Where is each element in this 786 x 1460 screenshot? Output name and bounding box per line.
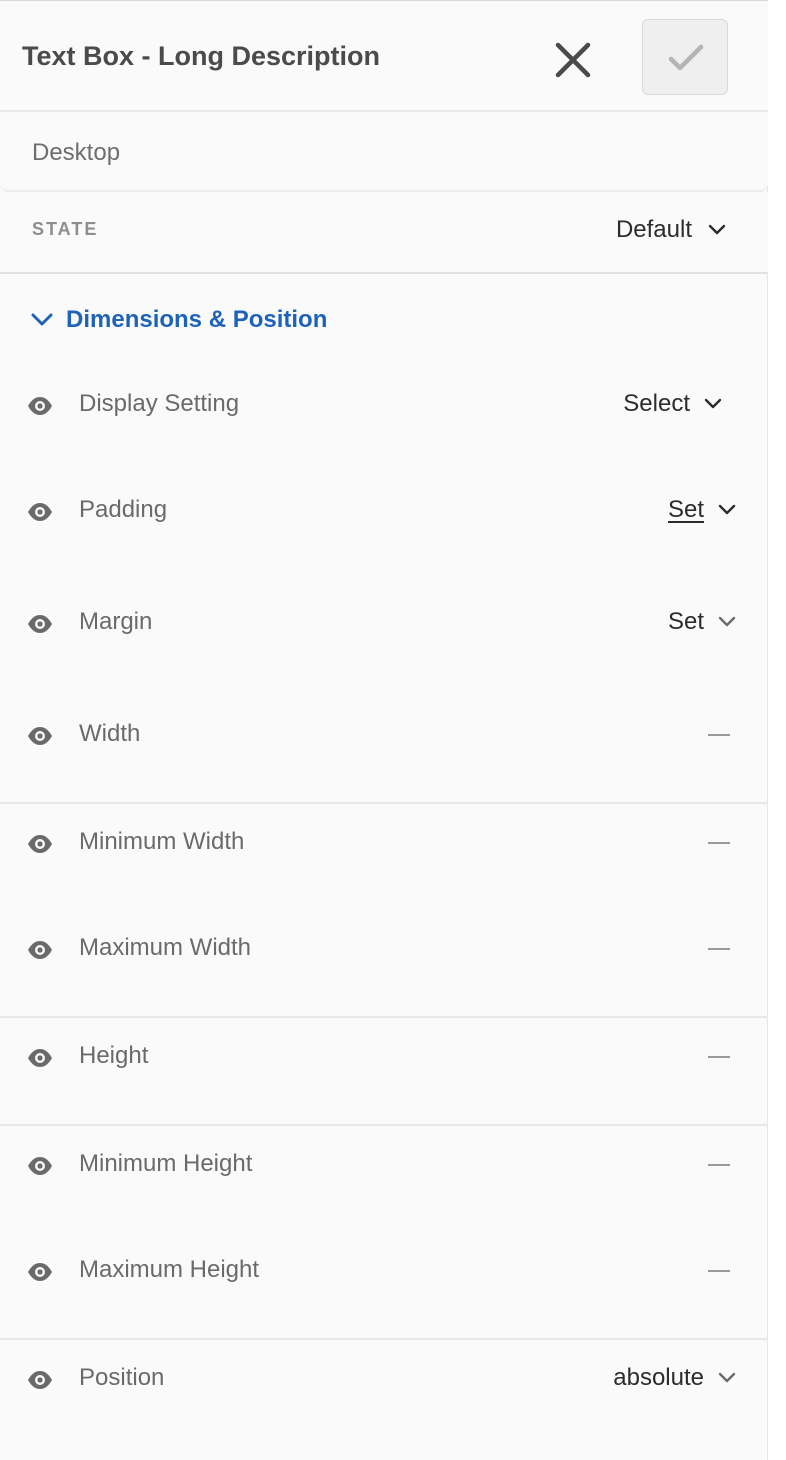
property-row-height: Height [0, 1038, 768, 1078]
property-row-position: Position absolute [0, 1360, 768, 1400]
chevron-down-icon [718, 504, 736, 515]
display-setting-dropdown[interactable]: Select [623, 390, 722, 418]
property-value: Set [667, 608, 704, 635]
property-label: Margin [79, 608, 153, 635]
divider [0, 802, 768, 804]
empty-value-dash [708, 734, 730, 736]
divider [0, 1016, 768, 1018]
confirm-button[interactable] [642, 19, 728, 95]
position-dropdown[interactable]: absolute [613, 1364, 736, 1392]
maximum-width-value[interactable] [708, 934, 730, 950]
maximum-height-value[interactable] [708, 1256, 730, 1272]
minimum-height-value[interactable] [708, 1150, 730, 1166]
chevron-down-icon [718, 616, 736, 627]
style-panel: Text Box - Long Description Desktop STAT… [0, 0, 768, 1460]
property-label: Maximum Width [79, 934, 252, 961]
section-toggle-dimensions-position[interactable]: Dimensions & Position [30, 306, 327, 334]
chevron-down-icon [708, 224, 726, 235]
chevron-down-icon [718, 1372, 736, 1383]
property-label: Height [79, 1042, 149, 1069]
margin-dropdown[interactable]: Set [668, 608, 736, 636]
chevron-down-icon [31, 313, 53, 326]
eye-icon[interactable] [26, 1046, 54, 1070]
property-row-minimum-height: Minimum Height [0, 1146, 768, 1186]
property-label: Minimum Width [79, 828, 245, 855]
device-selector[interactable]: Desktop [0, 112, 768, 192]
property-label: Maximum Height [79, 1256, 260, 1283]
eye-icon[interactable] [26, 500, 54, 524]
close-button[interactable] [550, 37, 596, 83]
close-icon [555, 42, 591, 78]
chevron-down-icon [704, 398, 722, 409]
empty-value-dash [708, 1270, 730, 1272]
eye-icon[interactable] [26, 832, 54, 856]
device-label: Desktop [32, 139, 121, 166]
eye-icon[interactable] [26, 612, 54, 636]
width-value[interactable] [708, 720, 730, 736]
eye-icon[interactable] [26, 394, 54, 418]
empty-value-dash [708, 1056, 730, 1058]
property-row-padding: Padding Set [0, 492, 768, 532]
divider [0, 1338, 768, 1340]
state-row: STATE Default [0, 192, 768, 274]
panel-header: Text Box - Long Description [0, 0, 768, 112]
state-dropdown[interactable]: Default [616, 216, 726, 244]
property-row-maximum-width: Maximum Width [0, 930, 768, 970]
section-title: Dimensions & Position [66, 306, 328, 333]
property-label: Display Setting [79, 390, 240, 417]
empty-value-dash [708, 1164, 730, 1166]
property-value: Select [623, 390, 690, 417]
eye-icon[interactable] [26, 938, 54, 962]
eye-icon[interactable] [26, 1154, 54, 1178]
state-value: Default [615, 216, 692, 243]
property-row-maximum-height: Maximum Height [0, 1252, 768, 1292]
property-row-width: Width [0, 716, 768, 756]
property-value: absolute [613, 1364, 704, 1391]
panel-title: Text Box - Long Description [22, 41, 381, 71]
property-label: Padding [79, 496, 168, 523]
empty-value-dash [708, 842, 730, 844]
property-label: Width [79, 720, 141, 747]
property-label: Minimum Height [79, 1150, 253, 1177]
property-value: Set [667, 496, 704, 523]
minimum-width-value[interactable] [708, 828, 730, 844]
property-row-minimum-width: Minimum Width [0, 824, 768, 864]
padding-dropdown[interactable]: Set [668, 496, 736, 524]
checkmark-icon [668, 44, 704, 71]
property-row-margin: Margin Set [0, 604, 768, 644]
eye-icon[interactable] [26, 724, 54, 748]
eye-icon[interactable] [26, 1260, 54, 1284]
divider [0, 1124, 768, 1126]
empty-value-dash [708, 948, 730, 950]
eye-icon[interactable] [26, 1368, 54, 1392]
state-label: STATE [32, 219, 99, 239]
height-value[interactable] [708, 1042, 730, 1058]
property-row-display-setting: Display Setting Select [0, 386, 768, 426]
property-label: Position [79, 1364, 165, 1391]
